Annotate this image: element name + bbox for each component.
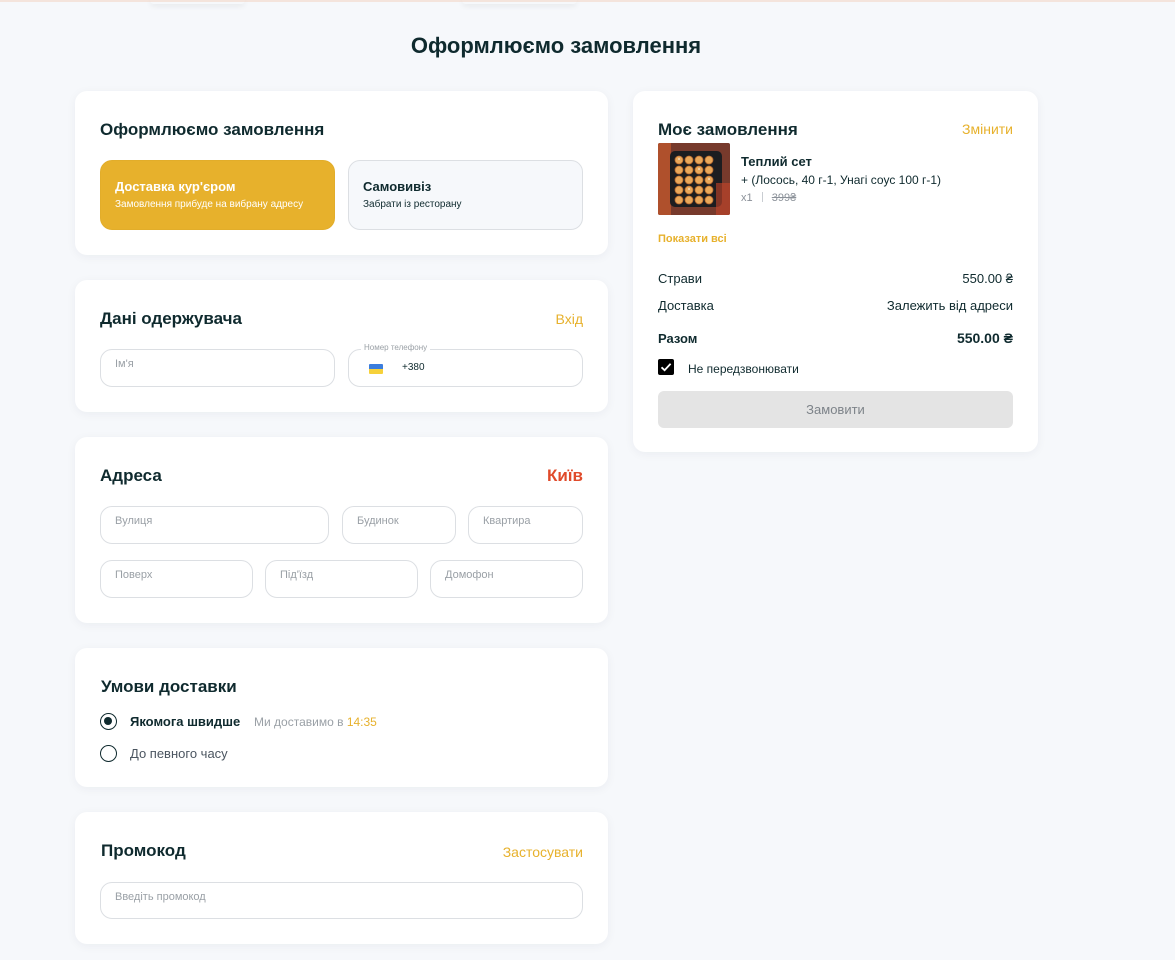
item-meta: x1 399₴	[741, 192, 796, 204]
delivery-type-card: Оформлюємо замовлення Доставка кур'єром …	[75, 91, 608, 255]
promo-input[interactable]	[115, 891, 568, 903]
phone-label: Номер телефону	[361, 343, 431, 352]
entrance-field[interactable]	[265, 560, 418, 598]
courier-delivery-title: Доставка кур'єром	[115, 179, 236, 194]
asap-radio[interactable]	[100, 713, 117, 730]
promo-title: Промокод	[101, 841, 186, 860]
order-title: Моє замовлення	[658, 120, 798, 139]
recipient-title: Дані одержувача	[100, 309, 242, 328]
address-title: Адреса	[100, 466, 162, 485]
header-tab-shadow	[462, 0, 577, 4]
asap-time: 14:35	[346, 715, 377, 729]
phone-field[interactable]: Номер телефону +380	[348, 343, 583, 387]
item-quantity: x1	[741, 192, 753, 204]
phone-prefix: +380	[402, 362, 425, 373]
separator	[761, 192, 763, 202]
delivery-terms-title: Умови доставки	[101, 677, 237, 696]
asap-note: Ми доставимо в 14:35	[254, 715, 377, 729]
page-title: Оформлюємо замовлення	[410, 33, 702, 58]
item-options: + (Лосось, 40 г-1, Унагі соус 100 г-1)	[741, 173, 942, 187]
delivery-type-title: Оформлюємо замовлення	[100, 120, 325, 139]
scheduled-radio[interactable]	[100, 745, 117, 762]
promo-card: Промокод Застосувати	[75, 812, 608, 944]
ukraine-flag-icon[interactable]	[369, 364, 383, 374]
checkmark-icon	[660, 363, 672, 372]
intercom-field[interactable]	[430, 560, 583, 598]
street-input[interactable]	[115, 515, 314, 527]
intercom-input[interactable]	[445, 569, 568, 581]
pickup-title: Самовивіз	[363, 179, 432, 194]
city-link[interactable]: Київ	[547, 466, 583, 486]
scheduled-label[interactable]: До певного часу	[130, 746, 228, 761]
name-input[interactable]	[115, 358, 320, 370]
login-link[interactable]: Вхід	[556, 311, 583, 327]
pickup-subtitle: Забрати із ресторану	[363, 199, 462, 210]
promo-field[interactable]	[100, 882, 583, 919]
no-call-label[interactable]: Не передзвонювати	[688, 362, 799, 376]
no-call-checkbox[interactable]	[658, 359, 674, 375]
delivery-terms-card: Умови доставки Якомога швидше Ми достави…	[75, 648, 608, 787]
total-label: Разом	[658, 331, 698, 346]
street-field[interactable]	[100, 506, 329, 544]
recipient-card: Дані одержувача Вхід Номер телефону +380	[75, 280, 608, 412]
floor-field[interactable]	[100, 560, 253, 598]
asap-note-text: Ми доставимо в	[254, 715, 344, 729]
house-field[interactable]	[342, 506, 456, 544]
header-tab-shadow	[150, 0, 245, 4]
apartment-input[interactable]	[483, 515, 568, 527]
floor-input[interactable]	[115, 569, 238, 581]
name-field[interactable]	[100, 349, 335, 387]
submit-order-button[interactable]: Замовити	[658, 391, 1013, 428]
apply-promo-link[interactable]: Застосувати	[503, 844, 583, 860]
dishes-value: 550.00 ₴	[962, 271, 1013, 286]
total-value: 550.00 ₴	[956, 330, 1013, 346]
asap-label[interactable]: Якомога швидше	[130, 714, 240, 729]
courier-delivery-option[interactable]: Доставка кур'єром Замовлення прибуде на …	[100, 160, 335, 230]
item-image	[658, 143, 730, 215]
order-summary-card: Моє замовлення Змінити Теплий сет + (Лос…	[633, 91, 1038, 452]
item-price: 399₴	[771, 192, 797, 204]
apartment-field[interactable]	[468, 506, 583, 544]
courier-delivery-subtitle: Замовлення прибуде на вибрану адресу	[115, 199, 304, 210]
entrance-input[interactable]	[280, 569, 403, 581]
dishes-label: Страви	[658, 271, 702, 286]
house-input[interactable]	[357, 515, 441, 527]
edit-order-link[interactable]: Змінити	[962, 121, 1013, 137]
show-all-link[interactable]: Показати всі	[658, 233, 727, 245]
address-card: Адреса Київ	[75, 437, 608, 623]
delivery-label: Доставка	[658, 298, 714, 313]
pickup-option[interactable]: Самовивіз Забрати із ресторану	[348, 160, 583, 230]
delivery-value: Залежить від адреси	[886, 298, 1013, 313]
item-name: Теплий сет	[741, 154, 812, 169]
